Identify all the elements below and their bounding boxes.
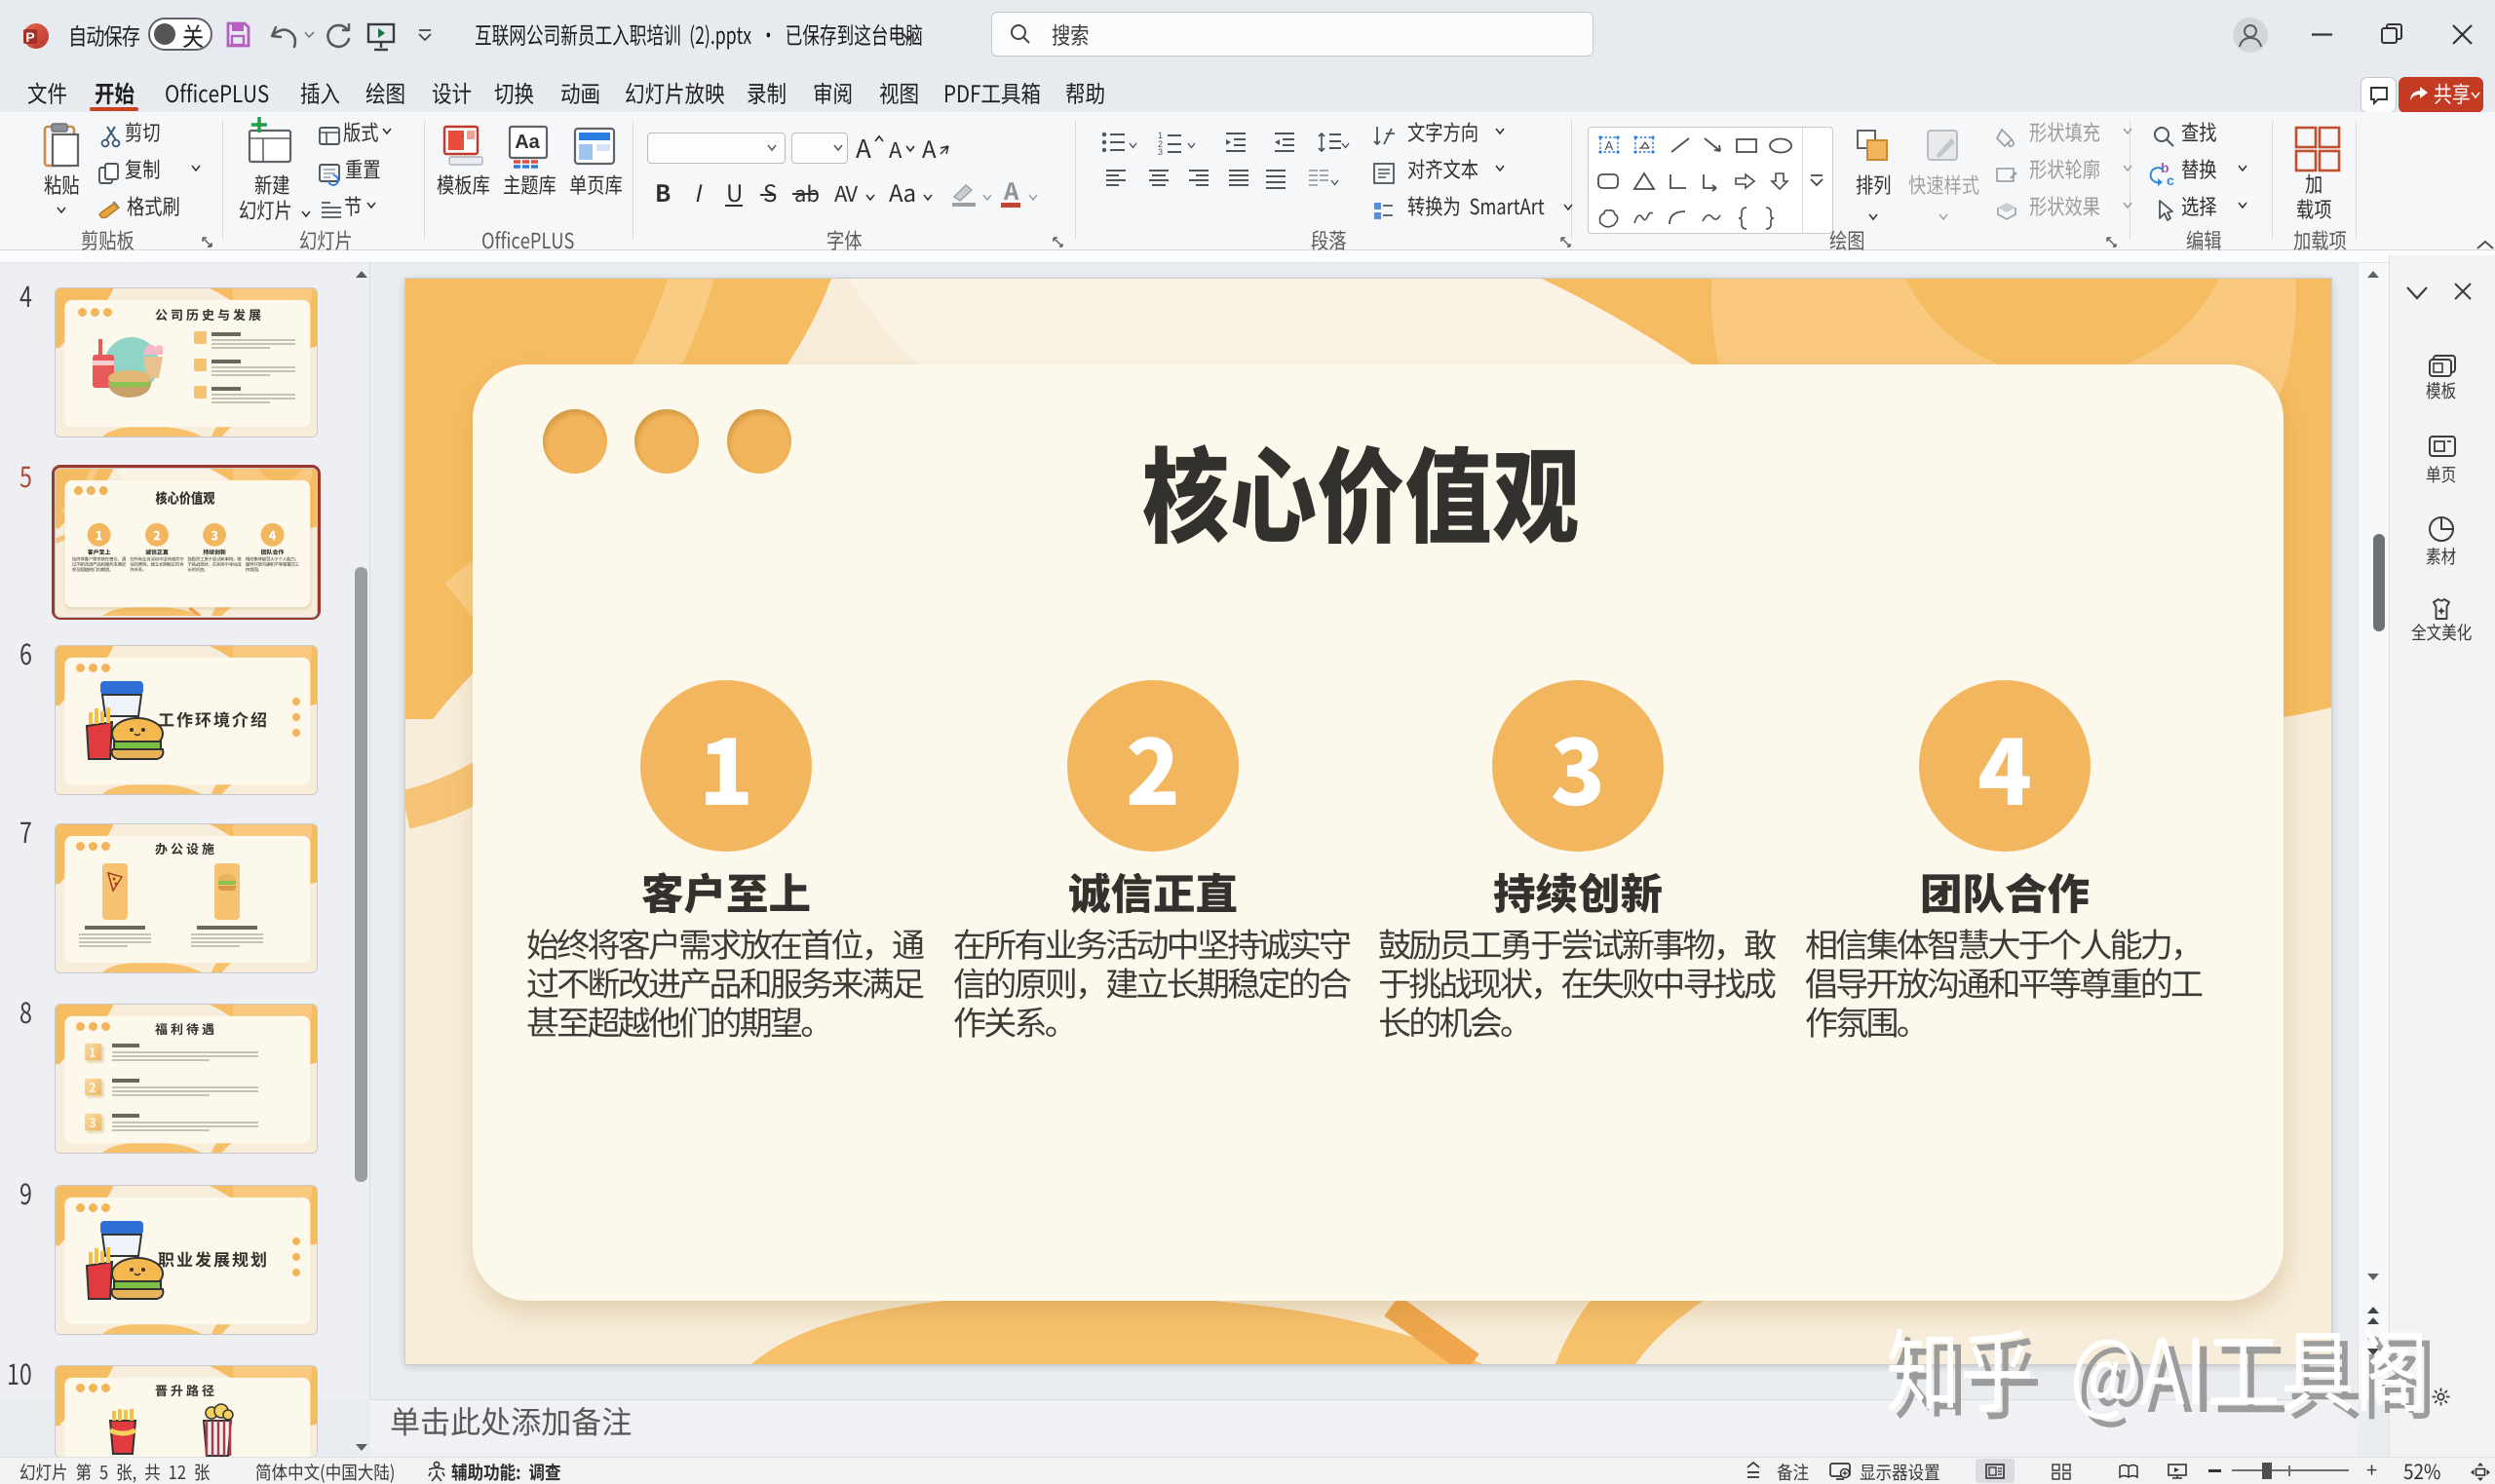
svg-text:P: P	[25, 29, 34, 45]
svg-text:3: 3	[1158, 147, 1163, 157]
svg-text:c: c	[2167, 172, 2174, 188]
svg-text:Aa: Aa	[515, 132, 540, 153]
svg-text:A: A	[1605, 138, 1614, 153]
